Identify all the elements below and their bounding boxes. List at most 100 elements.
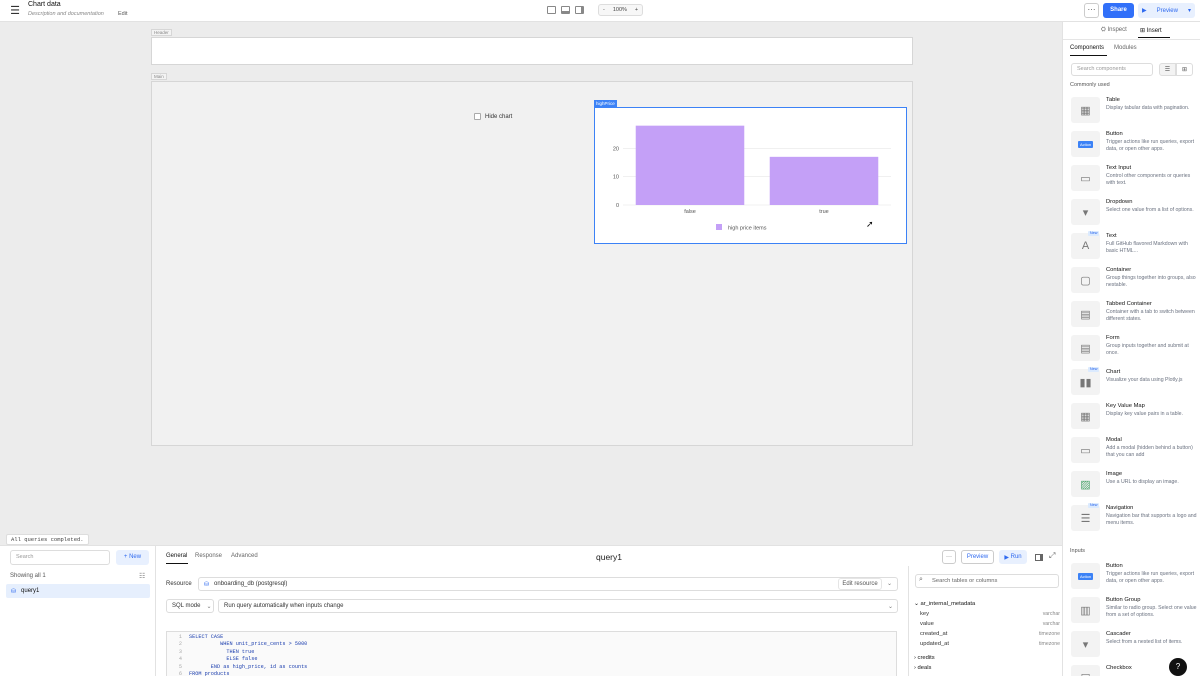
component-item-image[interactable]: ▨ Image Use a URL to display an image. <box>1070 470 1196 502</box>
line-number: 6 <box>178 671 182 676</box>
y-tick-label: 20 <box>613 146 619 152</box>
schema-column[interactable]: created_at timezone <box>920 631 1060 637</box>
sql-code[interactable]: SELECT CASE WHEN unit_price_cents > 5000… <box>189 634 307 676</box>
component-item-text-input[interactable]: ▭ Text Input Control other components or q… <box>1070 164 1196 196</box>
toggle-bottom-panel-icon[interactable] <box>561 6 570 14</box>
sql-code-editor[interactable]: 123456 SELECT CASE WHEN unit_price_cents… <box>166 631 897 676</box>
schema-column[interactable]: updated_at timezone <box>920 641 1060 647</box>
component-item-key-value-map[interactable]: ▦ Key Value Map Display key value pairs in… <box>1070 402 1196 434</box>
legend-swatch <box>716 224 722 230</box>
schema-column[interactable]: key varchar <box>920 611 1060 617</box>
app-logo-icon[interactable]: ☰ <box>9 5 21 17</box>
insert-icon: ⊞ <box>1140 28 1147 34</box>
hide-chart-checkbox[interactable]: Hide chart <box>474 113 512 120</box>
schema-search-input[interactable]: Search tables or columns <box>915 574 1059 588</box>
tab-modules[interactable]: Modules <box>1114 45 1137 51</box>
grid-view-icon[interactable]: ⊞ <box>1176 63 1193 76</box>
component-item-tabbed-container[interactable]: ▤ Tabbed Container Container with a tab to… <box>1070 300 1196 332</box>
component-name: Navigation <box>1106 505 1134 511</box>
share-button[interactable]: Share <box>1103 3 1134 18</box>
query-more-button[interactable]: ··· <box>942 550 956 564</box>
preview-button[interactable]: ▶ Preview ▾ <box>1138 3 1195 18</box>
inputs-heading: Inputs <box>1070 548 1085 554</box>
component-description: Full GitHub flavored Markdown with basic… <box>1106 241 1188 254</box>
resource-select[interactable]: ⛁ onboarding_db (postgresql) <box>198 577 898 591</box>
tab-inspect[interactable]: ⛭ Inspect <box>1101 27 1127 34</box>
sql-mode-select[interactable]: SQL mode ⌄ <box>166 599 214 613</box>
mouse-cursor-icon: ➚ <box>866 219 874 229</box>
component-item-form[interactable]: ▤ Form Group inputs together and submit at… <box>1070 334 1196 366</box>
new-query-button[interactable]: + New <box>116 550 149 565</box>
table-thumb-icon: ▦ <box>1071 97 1100 123</box>
component-description: Trigger actions like run queries, export… <box>1106 571 1195 584</box>
y-tick-label: 0 <box>616 203 619 209</box>
component-item-modal[interactable]: ▭ Modal Add a modal (hidden behind a butto… <box>1070 436 1196 468</box>
run-query-button[interactable]: ▶ Run <box>999 550 1027 564</box>
header-section[interactable] <box>151 37 913 65</box>
component-description: Similar to radio group. Select one value… <box>1106 605 1197 618</box>
active-tab-indicator <box>1138 37 1170 38</box>
component-name: Modal <box>1106 437 1122 443</box>
tabbed-container-thumb-icon: ▤ <box>1071 301 1100 327</box>
component-item-table[interactable]: ▦ Table Display tabular data with paginati… <box>1070 96 1196 128</box>
sql-mode-value: SQL mode <box>172 603 201 609</box>
component-search-input[interactable]: Search components <box>1071 63 1153 76</box>
query-preview-button[interactable]: Preview <box>961 550 994 564</box>
component-item-button[interactable]: Action Button Trigger actions like run que… <box>1070 130 1196 162</box>
panel-layout-icon[interactable] <box>1035 554 1043 561</box>
toggle-right-panel-icon[interactable] <box>575 6 584 14</box>
component-item-text[interactable]: A New Text Full GitHub flavored Markdown wi… <box>1070 231 1196 264</box>
tab-response[interactable]: Response <box>195 553 222 559</box>
toggle-left-panel-icon[interactable] <box>547 6 556 14</box>
component-item-chart[interactable]: ▮▮ New Chart Visualize your data using Plot… <box>1070 367 1196 400</box>
schema-column[interactable]: value varchar <box>920 621 1060 627</box>
checkbox-box[interactable] <box>474 113 481 120</box>
tab-components[interactable]: Components <box>1070 45 1104 51</box>
schema-table-expanded[interactable]: ⌄ ar_internal_metadata <box>914 601 975 607</box>
chevron-down-icon[interactable]: ⌄ <box>887 580 892 587</box>
component-description: Control other components or queries with… <box>1106 173 1191 186</box>
filter-icon[interactable]: ☷ <box>139 572 145 580</box>
query-search-input[interactable]: Search <box>10 550 110 565</box>
component-name: Text <box>1106 233 1117 239</box>
chart-component[interactable]: 0 10 20 false true high price items <box>594 107 907 244</box>
run-mode-select[interactable]: Run query automatically when inputs chan… <box>218 599 898 613</box>
bar <box>635 125 745 205</box>
y-tick-label: 10 <box>613 175 619 181</box>
chevron-down-icon[interactable]: ▾ <box>1188 7 1191 14</box>
image-thumb-icon: ▨ <box>1071 471 1100 497</box>
app-title: Chart data <box>28 1 61 8</box>
component-name: Table <box>1106 97 1120 103</box>
more-options-button[interactable]: ··· <box>1084 3 1099 18</box>
expand-icon[interactable]: ⤢ <box>1049 551 1055 561</box>
x-tick-label: true <box>819 209 828 215</box>
component-item-container[interactable]: ▢ Container Group things together into gro… <box>1070 266 1196 298</box>
component-item-button[interactable]: Action Button Trigger actions like run que… <box>1070 562 1196 594</box>
tab-advanced[interactable]: Advanced <box>231 553 258 559</box>
component-item-dropdown[interactable]: ▾ Dropdown Select one value from a list of… <box>1070 198 1196 230</box>
tab-insert[interactable]: ⊞ Insert <box>1140 27 1162 34</box>
zoom-in-button[interactable]: + <box>631 7 642 13</box>
edit-resource-button[interactable]: Edit resource <box>838 578 882 590</box>
chevron-down-icon: ⌄ <box>887 603 893 610</box>
schema-table[interactable]: › deals <box>914 665 931 671</box>
help-button[interactable]: ? <box>1169 658 1187 676</box>
component-item-button-group[interactable]: ▥ Button Group Similar to radio group. Sel… <box>1070 596 1197 628</box>
schema-table[interactable]: › credits <box>914 655 935 661</box>
app-description[interactable]: Description and documentation <box>28 11 104 17</box>
tab-general[interactable]: General <box>166 553 187 559</box>
preview-label: Preview <box>1156 7 1178 14</box>
query-list-item[interactable]: ⛁ query1 <box>6 584 150 598</box>
component-item-navigation[interactable]: ☰ New Navigation Navigation bar that suppor… <box>1070 503 1197 536</box>
legend-label: high price items <box>728 226 767 232</box>
component-name: Form <box>1106 335 1120 341</box>
edit-description-link[interactable]: Edit <box>118 11 127 17</box>
zoom-out-button[interactable]: - <box>599 7 609 13</box>
column-type: timezone <box>1038 641 1060 647</box>
line-numbers: 123456 <box>167 634 182 676</box>
component-name: Image <box>1106 471 1123 477</box>
component-description: Group inputs together and submit at once… <box>1106 343 1189 356</box>
list-view-icon[interactable]: ☰ <box>1159 63 1176 76</box>
query-editor-panel: Search + New Showing all 1 ☷ ⛁ query1 Ge… <box>0 545 1062 676</box>
query-name[interactable]: query1 <box>596 552 622 562</box>
